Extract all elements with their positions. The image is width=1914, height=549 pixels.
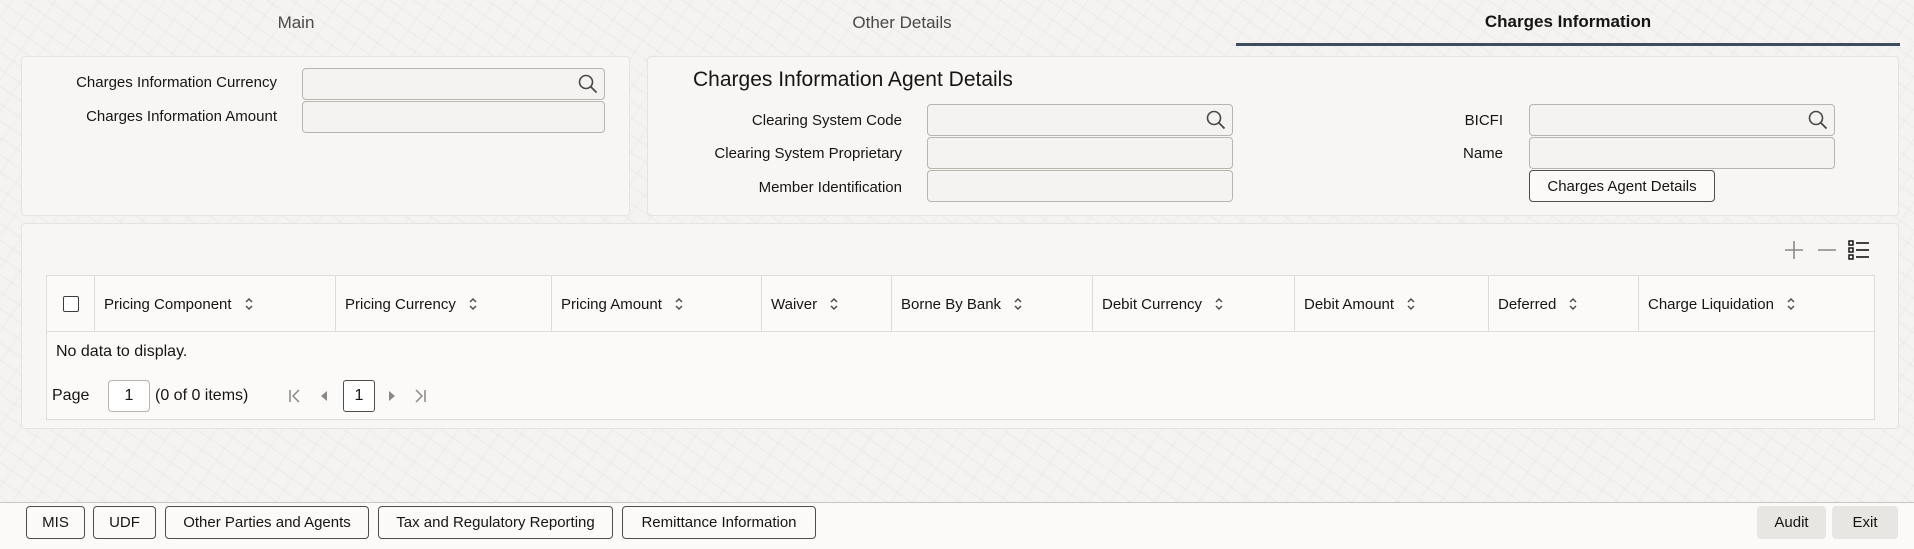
current-page-button[interactable]: 1 [343, 380, 375, 412]
page-label: Page [52, 387, 90, 404]
name-input[interactable] [1529, 137, 1835, 169]
charges-currency-input[interactable] [302, 68, 605, 100]
column-header-debit-amount[interactable]: Debit Amount [1294, 276, 1488, 332]
page-number-input[interactable] [108, 380, 150, 412]
member-id-label: Member Identification [758, 179, 902, 196]
column-header-deferred[interactable]: Deferred [1488, 276, 1638, 332]
minus-icon[interactable] [1814, 237, 1840, 263]
sort-icon[interactable] [1406, 297, 1416, 311]
bicfi-label: BICFI [1464, 112, 1503, 129]
sort-icon[interactable] [468, 297, 478, 311]
mis-button[interactable]: MIS [26, 506, 85, 539]
column-header-pricing-currency[interactable]: Pricing Currency [335, 276, 551, 332]
items-count: (0 of 0 items) [155, 387, 249, 404]
charges-table: Pricing Component Pricing Currency Prici… [46, 275, 1875, 420]
sort-icon[interactable] [1214, 297, 1224, 311]
clearing-code-input[interactable] [927, 104, 1233, 136]
column-header-debit-currency[interactable]: Debit Currency [1092, 276, 1294, 332]
charges-currency-label: Charges Information Currency [76, 74, 277, 91]
agent-details-title: Charges Information Agent Details [693, 68, 1013, 91]
tab-other-details[interactable]: Other Details [592, 0, 1212, 46]
other-parties-and-agents-button[interactable]: Other Parties and Agents [165, 506, 369, 539]
column-label: Debit Currency [1102, 295, 1203, 313]
next-page-icon[interactable] [383, 387, 401, 405]
column-label: Borne By Bank [901, 295, 1002, 313]
table-header: Pricing Component Pricing Currency Prici… [47, 276, 1874, 332]
clearing-proprietary-label: Clearing System Proprietary [714, 145, 902, 162]
select-all-checkbox[interactable] [63, 296, 79, 312]
sort-icon[interactable] [1568, 297, 1578, 311]
tab-charges-information[interactable]: Charges Information [1236, 0, 1900, 46]
search-icon[interactable] [1203, 107, 1229, 133]
column-header-waiver[interactable]: Waiver [761, 276, 891, 332]
sort-icon[interactable] [1013, 297, 1023, 311]
search-icon[interactable] [575, 71, 601, 97]
column-label: Pricing Amount [561, 295, 662, 313]
exit-button[interactable]: Exit [1832, 506, 1898, 539]
plus-icon[interactable] [1781, 237, 1807, 263]
tab-charges-information-label: Charges Information [1484, 11, 1652, 31]
column-header-pricing-component[interactable]: Pricing Component [94, 276, 335, 332]
charges-agent-details-button[interactable]: Charges Agent Details [1529, 170, 1715, 202]
sort-icon[interactable] [244, 297, 254, 311]
previous-page-icon[interactable] [315, 387, 333, 405]
udf-button[interactable]: UDF [93, 506, 156, 539]
search-icon[interactable] [1805, 107, 1831, 133]
column-label: Waiver [771, 295, 818, 313]
column-label: Debit Amount [1304, 295, 1395, 313]
column-header-pricing-amount[interactable]: Pricing Amount [551, 276, 761, 332]
column-label: Deferred [1498, 295, 1557, 313]
audit-button[interactable]: Audit [1757, 506, 1826, 539]
member-id-input[interactable] [927, 170, 1233, 202]
remittance-information-button[interactable]: Remittance Information [622, 506, 816, 539]
name-label: Name [1462, 145, 1503, 162]
tab-other-details-label: Other Details [852, 13, 952, 32]
last-page-icon[interactable] [411, 387, 429, 405]
list-icon[interactable] [1846, 237, 1872, 263]
sort-icon[interactable] [1786, 297, 1796, 311]
sort-icon[interactable] [829, 297, 839, 311]
charges-amount-input[interactable] [302, 101, 605, 133]
column-label: Pricing Component [104, 295, 232, 313]
column-header-borne-by-bank[interactable]: Borne By Bank [891, 276, 1092, 332]
column-label: Pricing Currency [345, 295, 456, 313]
tab-main[interactable]: Main [0, 0, 592, 46]
empty-table-message: No data to display. [56, 343, 188, 360]
clearing-code-label: Clearing System Code [751, 112, 902, 129]
tax-and-regulatory-reporting-button[interactable]: Tax and Regulatory Reporting [378, 506, 613, 539]
bicfi-input[interactable] [1529, 104, 1835, 136]
column-label: Charge Liquidation [1648, 295, 1774, 313]
charges-amount-label: Charges Information Amount [86, 108, 277, 125]
clearing-proprietary-input[interactable] [927, 137, 1233, 169]
first-page-icon[interactable] [286, 387, 304, 405]
sort-icon[interactable] [674, 297, 684, 311]
tab-main-label: Main [277, 13, 315, 32]
column-header-charge-liquidation[interactable]: Charge Liquidation [1638, 276, 1874, 332]
